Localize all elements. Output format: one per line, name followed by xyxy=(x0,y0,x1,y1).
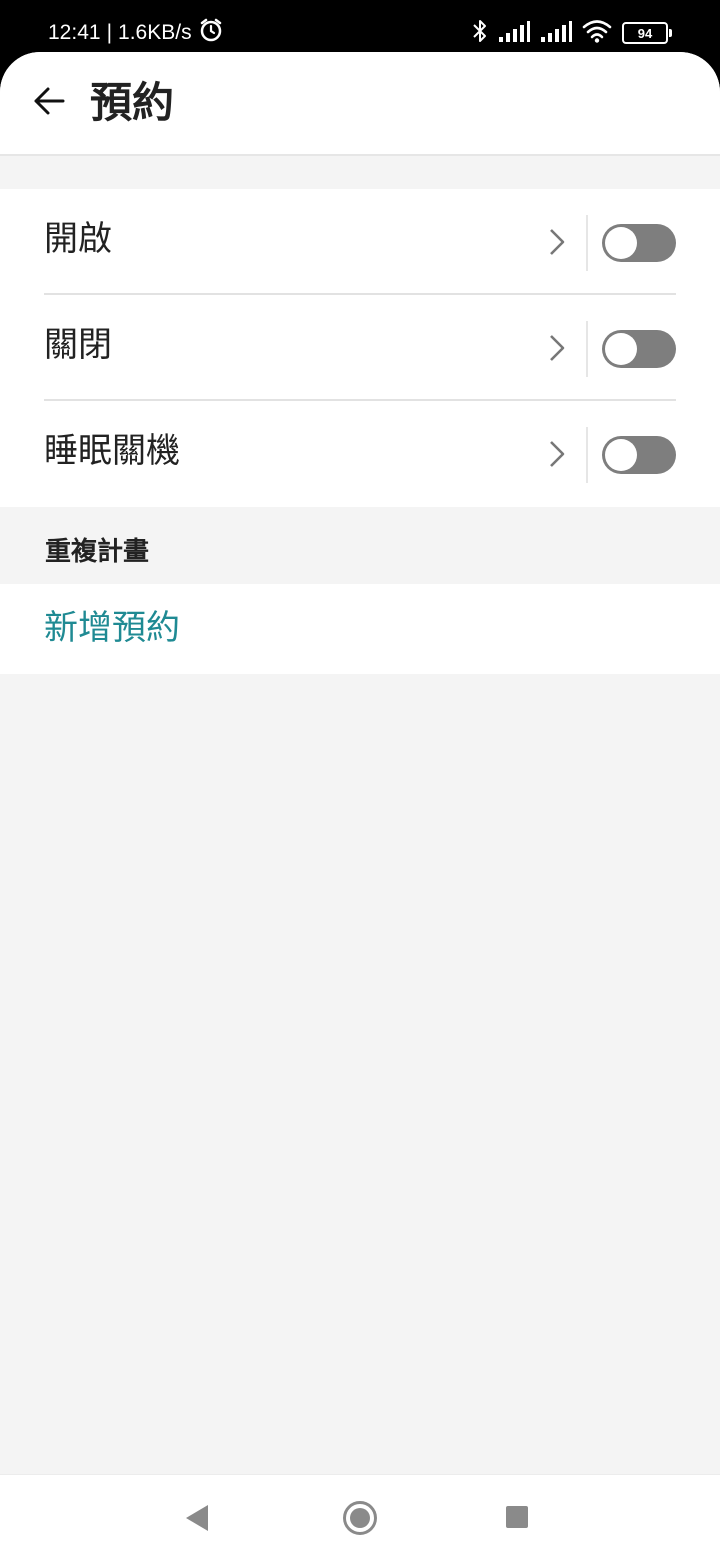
arrow-left-icon xyxy=(33,86,65,120)
chevron-right-icon xyxy=(546,227,568,257)
add-schedule-button[interactable]: 新增預約 xyxy=(44,604,180,652)
status-left: 12:41 | 1.6KB/s xyxy=(48,18,224,48)
status-time: 12:41 xyxy=(48,21,101,44)
row-divider xyxy=(586,321,588,377)
page-title: 預約 xyxy=(90,78,175,127)
add-schedule-panel: 新增預約 xyxy=(0,584,720,674)
toggle-knob xyxy=(605,439,637,471)
toggle-knob xyxy=(605,227,637,259)
app-header: 預約 xyxy=(0,52,720,156)
battery-level: 94 xyxy=(637,25,653,41)
toggle-switch[interactable] xyxy=(602,330,676,368)
toggle-switch[interactable] xyxy=(602,224,676,262)
schedule-screen: 預約 開啟 關閉 睡眠關機 重複計畫 新增預約 xyxy=(0,52,720,1560)
navigation-bar xyxy=(0,1474,720,1560)
signal-icon xyxy=(498,19,530,47)
nav-recents-icon[interactable] xyxy=(506,1506,528,1528)
back-button[interactable] xyxy=(28,82,70,124)
row-divider xyxy=(586,215,588,271)
toggle-switch[interactable] xyxy=(602,436,676,474)
schedule-row-label: 關閉 xyxy=(44,325,112,365)
nav-home-icon[interactable] xyxy=(343,1501,377,1535)
status-separator: | xyxy=(106,21,113,44)
alarm-icon xyxy=(198,17,224,49)
toggle-knob xyxy=(605,333,637,365)
battery-icon: 94 xyxy=(622,22,672,44)
repeat-section-title: 重複計畫 xyxy=(45,537,150,567)
schedule-row-sleep-shutdown[interactable]: 睡眠關機 xyxy=(44,401,676,507)
wifi-icon xyxy=(582,19,612,47)
row-divider xyxy=(586,427,588,483)
network-speed: 1.6KB/s xyxy=(118,21,192,44)
schedule-row-power-on[interactable]: 開啟 xyxy=(44,189,676,295)
signal-icon xyxy=(540,19,572,47)
schedule-list: 開啟 關閉 睡眠關機 xyxy=(0,189,720,507)
bluetooth-icon xyxy=(472,18,488,48)
schedule-row-label: 開啟 xyxy=(44,219,112,259)
status-right: 94 xyxy=(472,17,672,49)
chevron-right-icon xyxy=(546,439,568,469)
schedule-row-label: 睡眠關機 xyxy=(44,431,180,471)
chevron-right-icon xyxy=(546,333,568,363)
nav-back-icon[interactable] xyxy=(186,1505,208,1531)
schedule-row-power-off[interactable]: 關閉 xyxy=(44,295,676,401)
